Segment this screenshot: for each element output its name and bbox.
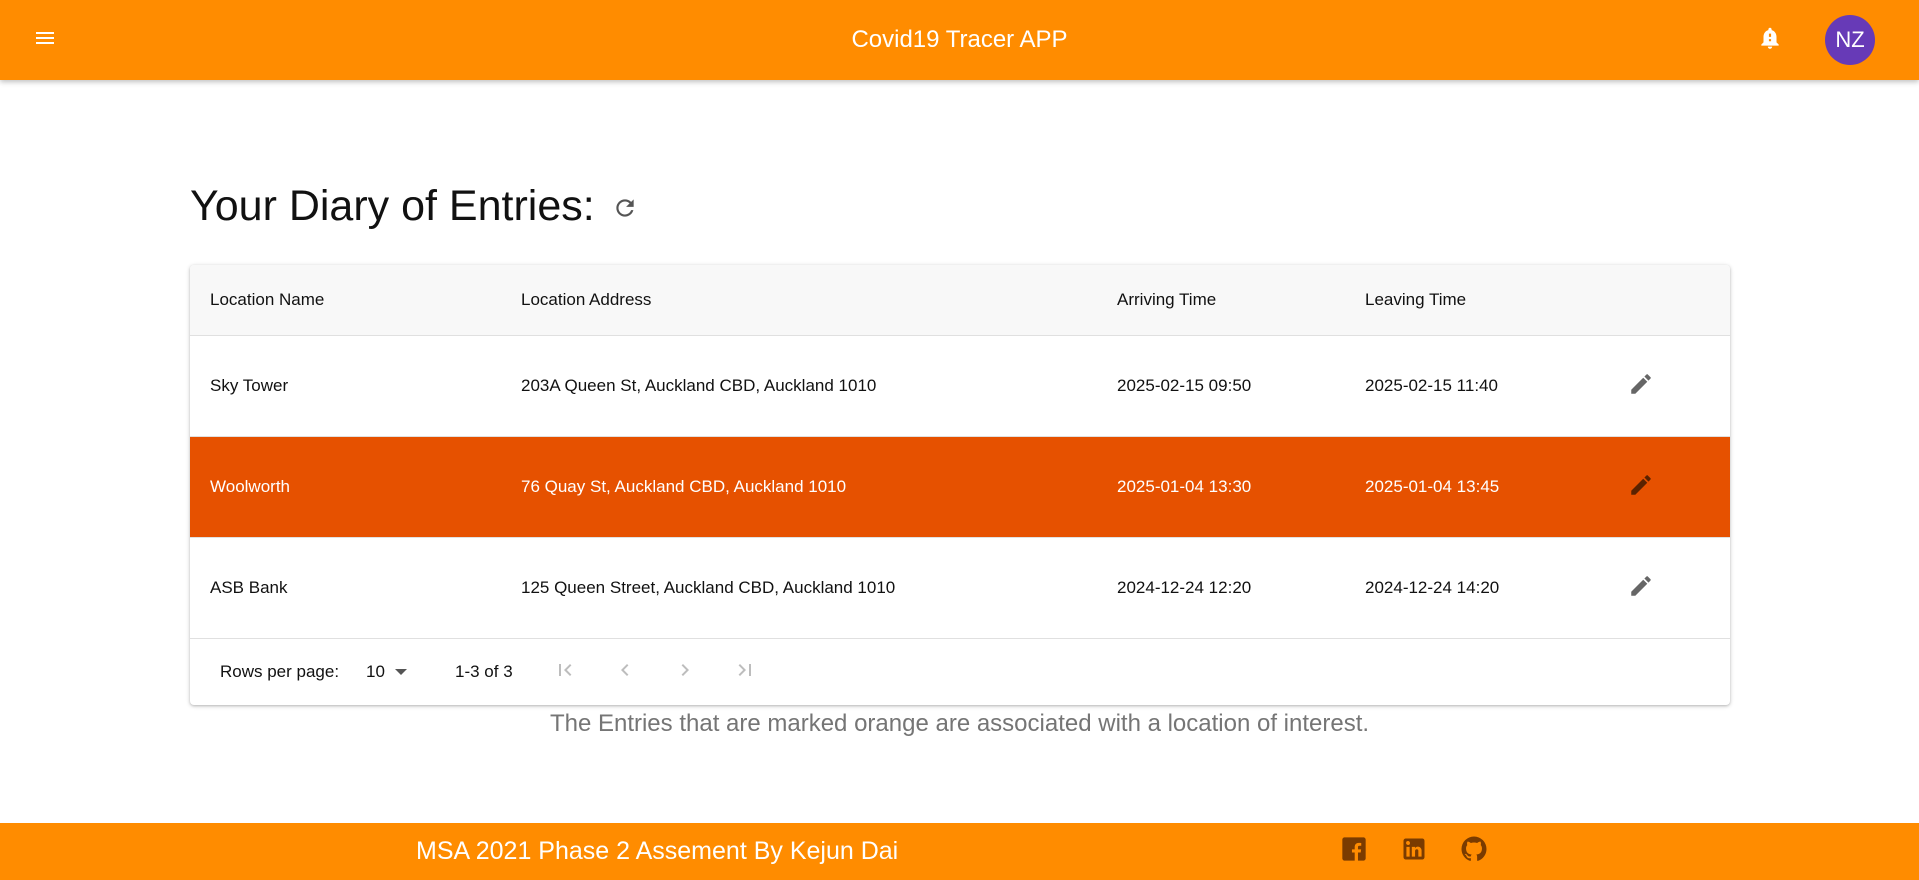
location-of-interest-note: The Entries that are marked orange are a… [549, 710, 1370, 737]
column-header-arriving-time[interactable]: Arriving Time [1117, 265, 1216, 335]
leaving-time-cell: 2025-02-15 11:40 [1365, 376, 1498, 395]
rows-per-page-select[interactable]: 10 [366, 655, 407, 689]
page-heading: Your Diary of Entries: [190, 178, 639, 234]
column-header-location-address[interactable]: Location Address [521, 265, 651, 335]
next-page-icon [673, 658, 697, 687]
facebook-link[interactable] [1336, 833, 1372, 869]
leaving-time-cell: 2024-12-24 14:20 [1365, 578, 1500, 597]
table-row[interactable]: Sky Tower 203A Queen St, Auckland CBD, A… [190, 336, 1730, 437]
github-icon [1459, 834, 1489, 869]
app-title: Covid19 Tracer APP [851, 26, 1068, 53]
footer: MSA 2021 Phase 2 Assement By Kejun Dai [0, 823, 1919, 880]
bell-icon [1757, 25, 1783, 56]
column-header-leaving-time[interactable]: Leaving Time [1365, 265, 1466, 335]
pencil-icon [1628, 472, 1654, 503]
location-name-cell: ASB Bank [210, 578, 288, 597]
previous-page-icon [613, 658, 637, 687]
menu-icon [33, 26, 57, 55]
table-header: Location Name Location Address Arriving … [190, 265, 1730, 336]
first-page-icon [553, 658, 577, 687]
app-bar: Covid19 Tracer APP NZ [0, 0, 1919, 80]
column-header-location-name[interactable]: Location Name [210, 265, 324, 335]
arriving-time-cell: 2025-02-15 09:50 [1117, 376, 1252, 395]
edit-entry-button[interactable] [1621, 366, 1661, 406]
leaving-time-cell: 2025-01-04 13:45 [1365, 477, 1500, 496]
page-title: Your Diary of Entries: [190, 181, 595, 230]
location-address-cell: 125 Queen Street, Auckland CBD, Auckland… [521, 578, 896, 597]
facebook-icon [1340, 835, 1368, 868]
previous-page-button[interactable] [605, 652, 645, 692]
pencil-icon [1628, 371, 1654, 402]
first-page-button[interactable] [545, 652, 585, 692]
next-page-button[interactable] [665, 652, 705, 692]
last-page-button[interactable] [725, 652, 765, 692]
linkedin-link[interactable] [1396, 833, 1432, 869]
linkedin-icon [1400, 835, 1428, 868]
rows-per-page-value: 10 [366, 662, 385, 681]
notifications-button[interactable] [1750, 20, 1790, 60]
avatar[interactable]: NZ [1825, 15, 1875, 65]
chevron-down-icon [394, 669, 407, 675]
menu-button[interactable] [25, 22, 65, 58]
location-address-cell: 76 Quay St, Auckland CBD, Auckland 1010 [521, 477, 847, 496]
page-range-label: 1-3 of 3 [455, 662, 513, 681]
edit-entry-button[interactable] [1621, 568, 1661, 608]
arriving-time-cell: 2025-01-04 13:30 [1117, 477, 1252, 496]
github-link[interactable] [1456, 833, 1492, 869]
footer-credit: MSA 2021 Phase 2 Assement By Kejun Dai [416, 837, 899, 865]
pencil-icon [1628, 573, 1654, 604]
location-name-cell: Woolworth [210, 477, 290, 496]
refresh-icon [612, 195, 638, 226]
last-page-icon [733, 658, 757, 687]
location-name-cell: Sky Tower [210, 376, 289, 395]
edit-entry-button[interactable] [1621, 467, 1661, 507]
table-row[interactable]: ASB Bank 125 Queen Street, Auckland CBD,… [190, 538, 1730, 639]
table-row[interactable]: Woolworth 76 Quay St, Auckland CBD, Auck… [190, 437, 1730, 538]
location-address-cell: 203A Queen St, Auckland CBD, Auckland 10… [521, 376, 877, 395]
rows-per-page-label: Rows per page: [220, 662, 340, 681]
arriving-time-cell: 2024-12-24 12:20 [1117, 578, 1252, 597]
refresh-button[interactable] [611, 196, 639, 224]
table-pagination: Rows per page: 10 1-3 of 3 [190, 639, 1730, 705]
entries-table: Location Name Location Address Arriving … [190, 265, 1730, 705]
